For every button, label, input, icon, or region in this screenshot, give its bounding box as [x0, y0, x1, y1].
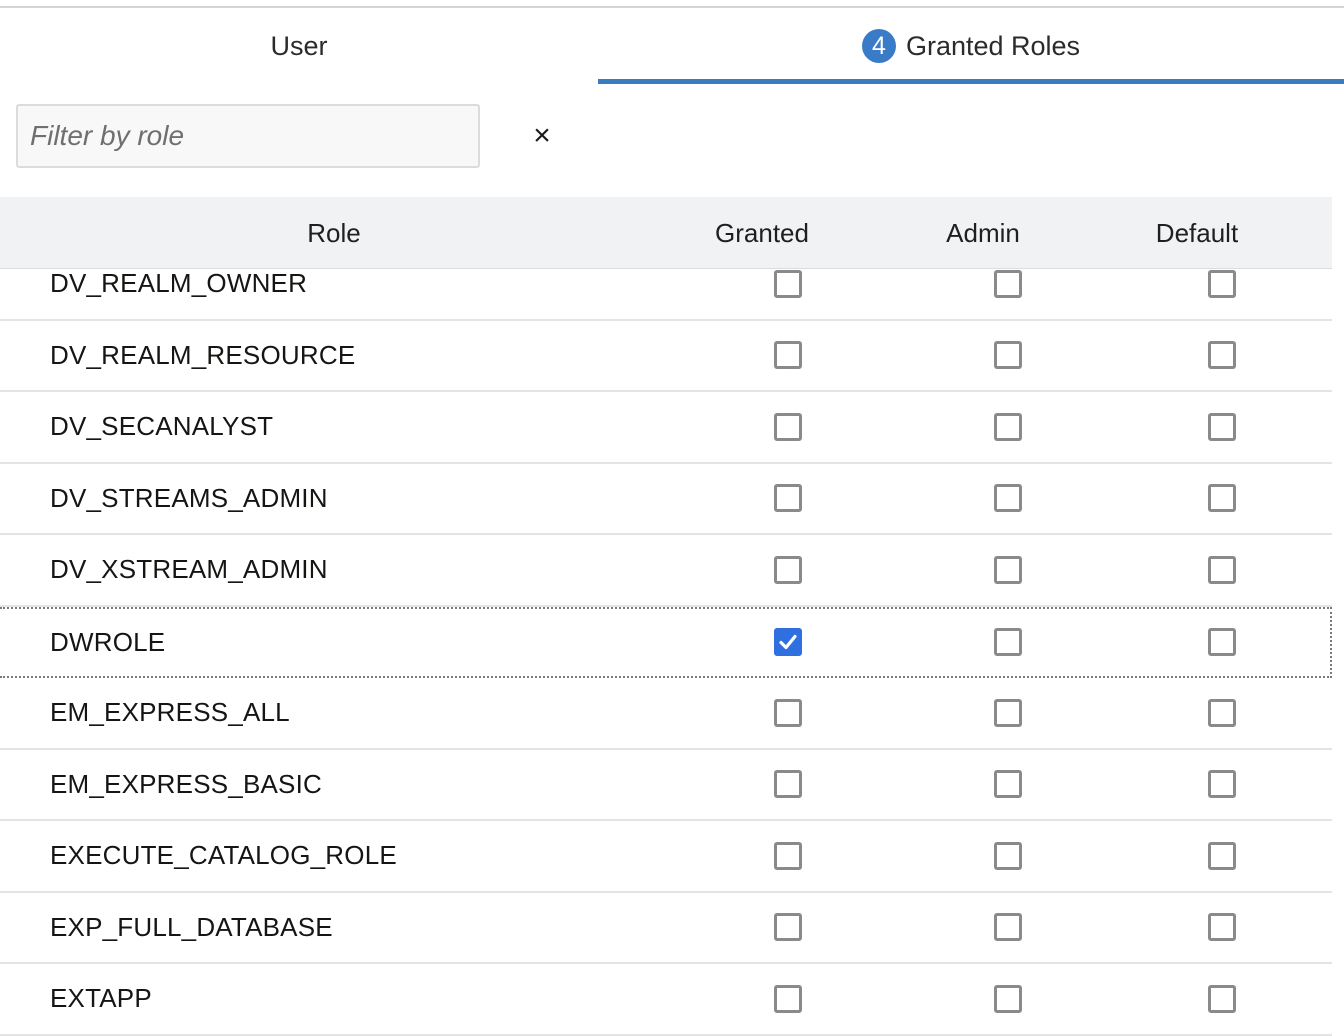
default-checkbox[interactable]	[1208, 984, 1236, 1013]
close-icon: ×	[533, 119, 551, 152]
column-header-admin[interactable]: Admin	[890, 197, 1076, 269]
admin-checkbox[interactable]	[994, 341, 1022, 370]
table-row[interactable]: DV_STREAMS_ADMIN	[0, 464, 1332, 535]
admin-checkbox[interactable]	[994, 412, 1022, 441]
default-checkbox[interactable]	[1208, 698, 1236, 727]
granted-checkbox[interactable]	[774, 341, 802, 370]
tab-granted-roles-label: Granted Roles	[905, 30, 1081, 61]
granted-checkbox[interactable]	[774, 841, 802, 870]
default-checkbox[interactable]	[1208, 484, 1236, 513]
filter-role-input[interactable]	[16, 104, 480, 168]
tab-user[interactable]: User	[0, 8, 598, 84]
granted-checkbox[interactable]	[774, 984, 802, 1013]
admin-checkbox[interactable]	[994, 984, 1022, 1013]
granted-checkbox[interactable]	[774, 770, 802, 799]
role-name: DV_REALM_RESOURCE	[50, 339, 356, 370]
tab-granted-roles[interactable]: 4 Granted Roles	[598, 8, 1344, 84]
default-checkbox[interactable]	[1208, 628, 1236, 657]
granted-checkbox[interactable]	[774, 412, 802, 441]
default-checkbox[interactable]	[1208, 270, 1236, 298]
table-row[interactable]: EXP_FULL_DATABASE	[0, 893, 1332, 964]
role-name: DWROLE	[50, 626, 166, 657]
table-rows: DV_REALM_OWNER DV_REALM_RESOURCE DV_SECANA…	[0, 270, 1332, 1036]
role-name: DV_XSTREAM_ADMIN	[50, 554, 328, 585]
admin-checkbox[interactable]	[994, 770, 1022, 799]
default-checkbox[interactable]	[1208, 841, 1236, 870]
default-checkbox[interactable]	[1208, 555, 1236, 584]
role-name: EXECUTE_CATALOG_ROLE	[50, 840, 397, 871]
table-row[interactable]: DV_SECANALYST	[0, 392, 1332, 464]
admin-checkbox[interactable]	[994, 484, 1022, 513]
role-name: DV_SECANALYST	[50, 411, 274, 442]
admin-checkbox[interactable]	[994, 841, 1022, 870]
column-header-role[interactable]: Role	[0, 197, 668, 269]
table-header: Role Granted Admin Default	[0, 197, 1332, 269]
default-checkbox[interactable]	[1208, 770, 1236, 799]
column-header-granted[interactable]: Granted	[668, 197, 856, 269]
admin-checkbox[interactable]	[994, 270, 1022, 298]
granted-checkbox[interactable]	[774, 484, 802, 513]
role-name: EXP_FULL_DATABASE	[50, 911, 333, 942]
role-name: DV_REALM_OWNER	[50, 270, 308, 299]
default-checkbox[interactable]	[1208, 412, 1236, 441]
tab-bar: User 4 Granted Roles	[0, 8, 1344, 84]
default-checkbox[interactable]	[1208, 913, 1236, 942]
admin-checkbox[interactable]	[994, 628, 1022, 657]
granted-checkbox[interactable]	[774, 698, 802, 727]
role-name: EXTAPP	[50, 983, 152, 1014]
admin-checkbox[interactable]	[994, 913, 1022, 942]
default-checkbox[interactable]	[1208, 341, 1236, 370]
role-name: DV_STREAMS_ADMIN	[50, 482, 328, 513]
table-row[interactable]: EM_EXPRESS_BASIC	[0, 750, 1332, 821]
clear-filter-button[interactable]: ×	[520, 116, 564, 156]
granted-checkbox[interactable]	[774, 913, 802, 942]
table-row[interactable]: EXECUTE_CATALOG_ROLE	[0, 821, 1332, 893]
table-row[interactable]: EM_EXPRESS_ALL	[0, 678, 1332, 750]
granted-checkbox[interactable]	[774, 628, 802, 657]
admin-checkbox[interactable]	[994, 698, 1022, 727]
granted-count-badge: 4	[861, 29, 896, 63]
table-body[interactable]: DV_REALM_OWNER DV_REALM_RESOURCE DV_SECANA…	[0, 270, 1332, 1036]
admin-checkbox[interactable]	[994, 555, 1022, 584]
role-name: EM_EXPRESS_ALL	[50, 697, 290, 728]
table-row[interactable]: EXTAPP	[0, 964, 1332, 1036]
checkmark-icon	[777, 631, 799, 653]
granted-checkbox[interactable]	[774, 555, 802, 584]
role-name: EM_EXPRESS_BASIC	[50, 768, 322, 799]
table-row[interactable]: DV_XSTREAM_ADMIN	[0, 535, 1332, 607]
active-tab-indicator	[598, 79, 1344, 84]
tab-user-label: User	[270, 30, 328, 61]
granted-checkbox[interactable]	[774, 270, 802, 298]
table-row[interactable]: DWROLE	[0, 606, 1332, 678]
table-row[interactable]: DV_REALM_RESOURCE	[0, 321, 1332, 392]
table-row[interactable]: DV_REALM_OWNER	[0, 270, 1332, 321]
column-header-default[interactable]: Default	[1104, 197, 1290, 269]
